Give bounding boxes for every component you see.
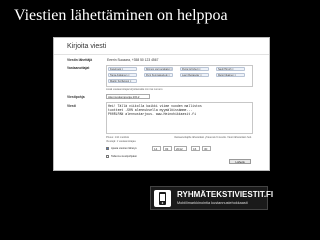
char-count: Pituus: 144 merkkiä: [106, 136, 129, 139]
message-count: Viestejä: 1 vastaanottajaa: [106, 140, 136, 143]
recipient-chip[interactable]: Facebook ×: [108, 67, 137, 71]
recipients-label: Vastaanottajat: [67, 66, 90, 70]
hour-value: 16: [193, 147, 197, 151]
hour-select[interactable]: 16: [191, 146, 200, 151]
recipient-chip[interactable]: Lauri Reitasoler ×: [180, 73, 209, 77]
recipient-chip[interactable]: Martin Scrillelong ×: [108, 79, 137, 83]
day-value: 14: [154, 147, 158, 151]
recipients-field[interactable]: Facebook × Kiinnos viel perabaist × Petr…: [106, 65, 253, 87]
schedule-checkbox[interactable]: [106, 147, 109, 150]
template-select[interactable]: Alennuskampanja 2012: [106, 94, 150, 99]
month-select[interactable]: 03: [163, 146, 172, 151]
message-form-screenshot: Kirjoita viesti Viestin lähettäjä Eeerin…: [53, 37, 270, 171]
month-value: 03: [165, 147, 169, 151]
recipient-chip[interactable]: Tanja Asikainen ×: [108, 73, 137, 77]
recipient-chip[interactable]: Reito Itikainen ×: [216, 73, 245, 77]
recipient-chip[interactable]: Sauli Himoh ×: [216, 67, 245, 71]
brand-tagline: Mobiilimarkkinointia kustannustehokkaast…: [177, 201, 248, 205]
sender-value: Eeerin Suoaara, +358 50 123 4567: [107, 58, 159, 62]
message-line: P00RLPAN alennustarjous. www.Heinohikkae…: [108, 112, 196, 116]
recipient-chip[interactable]: Kiinnos viel perabaist ×: [144, 67, 173, 71]
year-select[interactable]: 2012: [174, 146, 187, 151]
day-select[interactable]: 14: [152, 146, 161, 151]
slide-headline: Viestien lähettäminen on helppoa: [14, 7, 228, 24]
minute-value: 30: [204, 147, 208, 151]
recipient-chip[interactable]: Pent Kumpaleuluuk ×: [144, 73, 173, 77]
save-template-label: Tallenna viestipohjaksi: [111, 155, 137, 158]
slide: Viestien lähettäminen on helppoa Kirjoit…: [0, 0, 320, 240]
phone-logo-icon: [154, 190, 171, 207]
save-template-checkbox[interactable]: [106, 155, 109, 158]
template-select-value: Alennuskampanja 2012: [108, 95, 140, 99]
message-textarea[interactable]: Hei! Tällä viikolla kaikki viime vuoden …: [106, 102, 253, 134]
schedule-label: Ajasta viestien lähetys: [111, 147, 137, 150]
brand-name: RYHMÄTEKSTIVIESTIT.FI: [177, 190, 274, 199]
brand-logo: RYHMÄTEKSTIVIESTIT.FI Mobiilimarkkinoint…: [150, 186, 273, 210]
message-label: Viesti: [67, 104, 76, 108]
send-button[interactable]: Lähetä: [229, 159, 251, 164]
send-info: Vastaanottajille lähetetään yhteensä 9 v…: [174, 136, 252, 139]
template-label: Viestipohja: [67, 95, 85, 99]
year-value: 2012: [176, 147, 183, 151]
form-title: Kirjoita viesti: [67, 43, 107, 50]
recipient-chip[interactable]: Petra Grimbert ×: [180, 67, 209, 71]
recipients-note: Lisää vastaanottajia kirjoittamalla nimi…: [106, 88, 163, 91]
minute-select[interactable]: 30: [202, 146, 211, 151]
sender-label: Viestin lähettäjä: [67, 58, 93, 62]
title-divider: [54, 54, 269, 55]
